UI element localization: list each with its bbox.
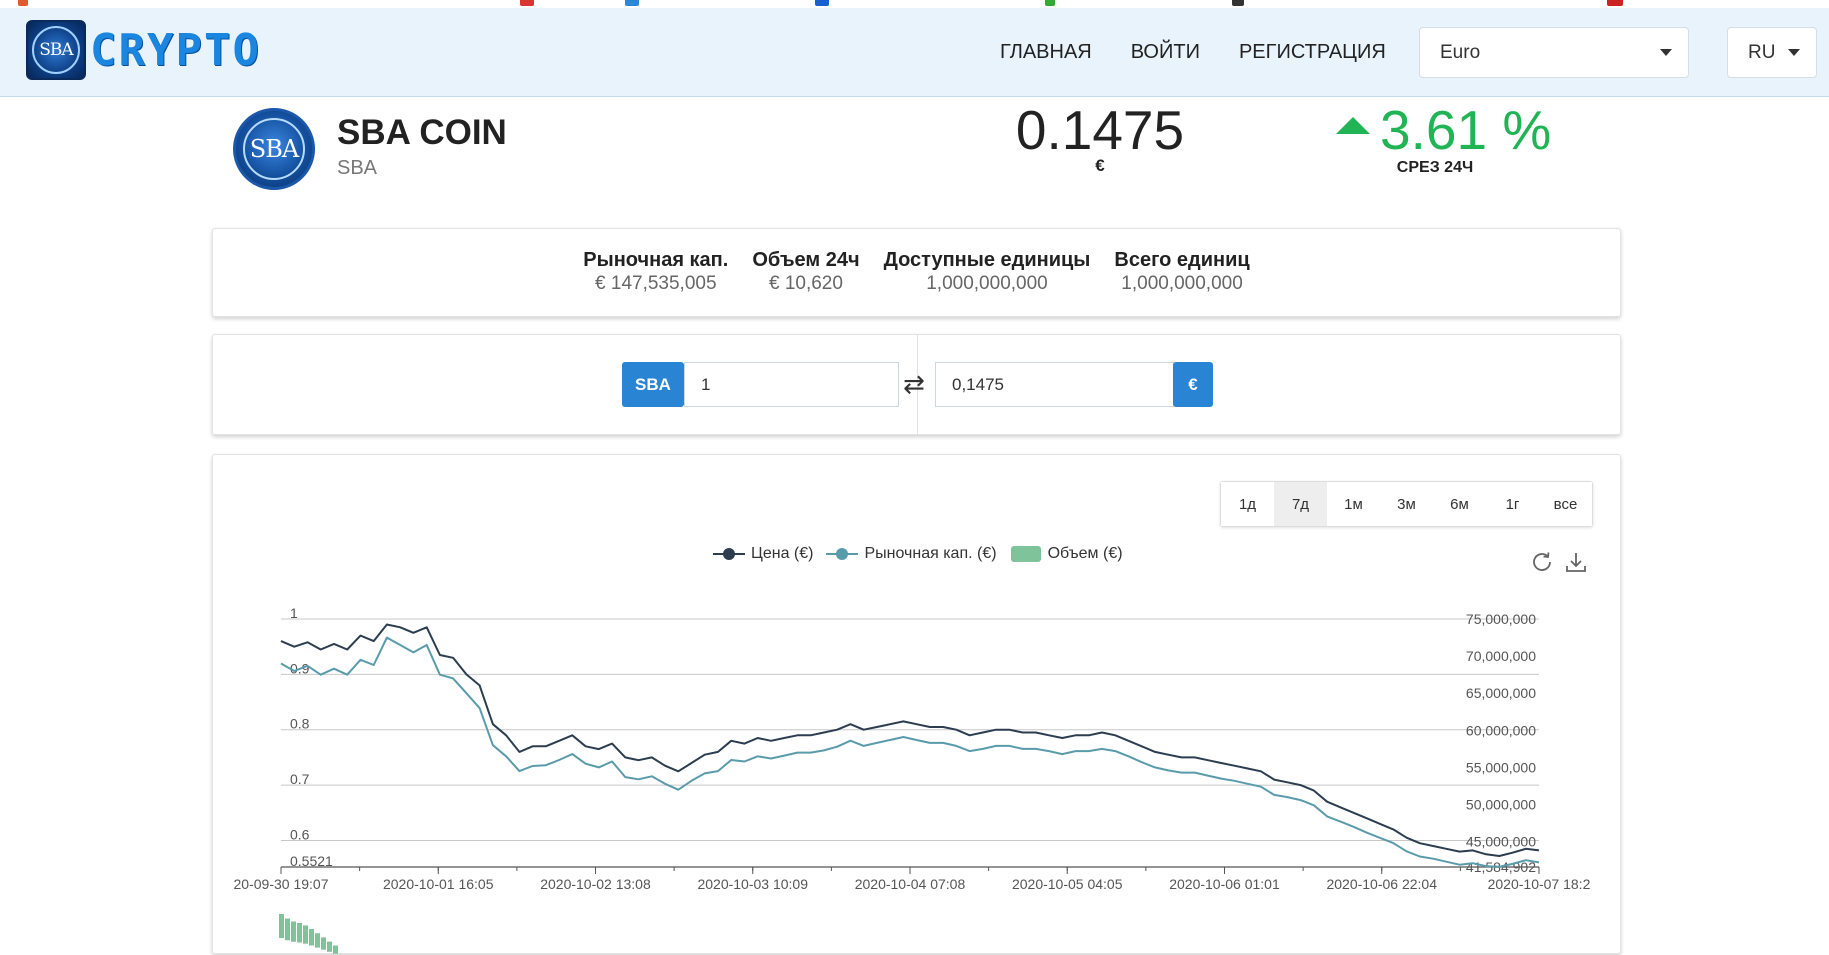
converter-to-tag: €: [1173, 362, 1213, 407]
language-select[interactable]: RU: [1727, 27, 1817, 78]
x-tick-label: 2020-10-07 18:2: [1488, 876, 1591, 892]
nav-link-login[interactable]: ВОЙТИ: [1131, 41, 1200, 64]
x-tick-label: 20-09-30 19:07: [234, 876, 329, 892]
x-tick-label: 2020-10-05 04:05: [1012, 876, 1123, 892]
price-series-line: [280, 623, 1540, 857]
stat-label: Всего единиц: [1114, 249, 1250, 271]
chart-card: 1д 7д 1м 3м 6м 1г все Цена (€) Рыночная …: [212, 454, 1621, 954]
y-left-tick-label: 0.7: [290, 771, 310, 787]
stat-label: Рыночная кап.: [583, 249, 729, 271]
nav-link-home[interactable]: ГЛАВНАЯ: [1000, 41, 1092, 64]
volume-bar: [321, 937, 326, 950]
market-cap-series-line: [280, 636, 1540, 868]
swap-icon[interactable]: ⇄: [903, 369, 925, 400]
volume-bar: [327, 941, 332, 952]
stat-value: € 10,620: [768, 273, 843, 294]
coin-logo: SBA: [233, 108, 315, 190]
coin-price: 0.1475: [1015, 99, 1185, 161]
x-tick-label: 2020-10-06 22:04: [1326, 876, 1437, 892]
x-tick-label: 2020-10-04 07:08: [855, 876, 966, 892]
price-chart[interactable]: 10.90.80.70.60.552175,000,00070,000,0006…: [213, 455, 1622, 955]
stat-total-supply: Всего единиц 1,000,000,000: [1114, 249, 1249, 295]
volume-bar: [291, 921, 296, 942]
chevron-down-icon: [1660, 49, 1672, 56]
x-tick-label: 2020-10-06 01:01: [1169, 876, 1280, 892]
price-currency: €: [1095, 156, 1105, 175]
y-left-tick-label: 1: [290, 605, 298, 621]
volume-bar: [285, 918, 290, 941]
stat-value: 1,000,000,000: [1121, 273, 1243, 294]
logo-badge-text: SBA: [32, 26, 80, 74]
converter-from-input[interactable]: 1: [684, 362, 899, 407]
coin-symbol: SBA: [337, 157, 378, 179]
x-tick-label: 2020-10-02 13:08: [540, 876, 651, 892]
stat-value: 1,000,000,000: [926, 273, 1048, 294]
x-tick-label: 2020-10-01 16:05: [383, 876, 494, 892]
chevron-down-icon: [1788, 49, 1800, 56]
y-right-tick-label: 75,000,000: [1466, 611, 1536, 627]
currency-select-value: Euro: [1440, 41, 1481, 63]
y-right-tick-label: 70,000,000: [1466, 648, 1536, 664]
volume-bar: [309, 929, 314, 946]
volume-bar: [279, 914, 284, 938]
volume-bar: [297, 923, 302, 943]
stat-label: Объем 24ч: [752, 249, 860, 271]
converter-to-input[interactable]: 0,1475: [935, 362, 1174, 407]
arrow-up-icon: [1336, 116, 1370, 134]
stat-value: € 147,535,005: [595, 273, 717, 294]
volume-bar: [303, 925, 308, 944]
nav-link-register[interactable]: РЕГИСТРАЦИЯ: [1239, 41, 1386, 64]
y-right-tick-label: 65,000,000: [1466, 685, 1536, 701]
coin-logo-text: SBA: [243, 118, 305, 180]
x-tick-label: 2020-10-03 10:09: [697, 876, 808, 892]
stat-available-supply: Доступные единицы 1,000,000,000: [884, 249, 1091, 295]
price-change-value: 3.61 %: [1380, 99, 1552, 161]
coin-name: SBA COIN: [337, 113, 507, 152]
language-select-value: RU: [1748, 41, 1776, 63]
converter-card: SBA 1 ⇄ 0,1475 €: [212, 334, 1621, 435]
y-left-tick-label: 0.8: [290, 716, 310, 732]
price-change: 3.61 %: [1336, 98, 1551, 162]
y-right-tick-label: 60,000,000: [1466, 722, 1536, 738]
volume-bar: [315, 933, 320, 948]
stats-card: Рыночная кап. € 147,535,005 Объем 24ч € …: [212, 228, 1621, 317]
y-right-tick-label: 45,000,000: [1466, 834, 1536, 850]
stat-volume-24h: Объем 24ч € 10,620: [752, 249, 859, 295]
converter-from-tag: SBA: [622, 362, 684, 407]
browser-bookmark-strip: [0, 0, 1829, 8]
stat-label: Доступные единицы: [883, 249, 1091, 271]
y-left-tick-label: 0.6: [290, 826, 310, 842]
site-logo[interactable]: SBA CRYPTO: [26, 20, 261, 80]
top-navbar: SBA CRYPTO ГЛАВНАЯ ВОЙТИ РЕГИСТРАЦИЯ Eur…: [0, 8, 1829, 97]
volume-bar: [333, 945, 338, 954]
logo-wordmark: CRYPTO: [90, 24, 261, 76]
y-right-tick-label: 50,000,000: [1466, 797, 1536, 813]
nav-links: ГЛАВНАЯ ВОЙТИ РЕГИСТРАЦИЯ: [1000, 8, 1425, 97]
price-change-label: СРЕЗ 24Ч: [1396, 159, 1474, 176]
y-right-tick-label: 55,000,000: [1466, 759, 1536, 775]
stat-market-cap: Рыночная кап. € 147,535,005: [583, 249, 728, 295]
currency-select[interactable]: Euro: [1419, 27, 1689, 78]
logo-badge: SBA: [26, 20, 86, 80]
